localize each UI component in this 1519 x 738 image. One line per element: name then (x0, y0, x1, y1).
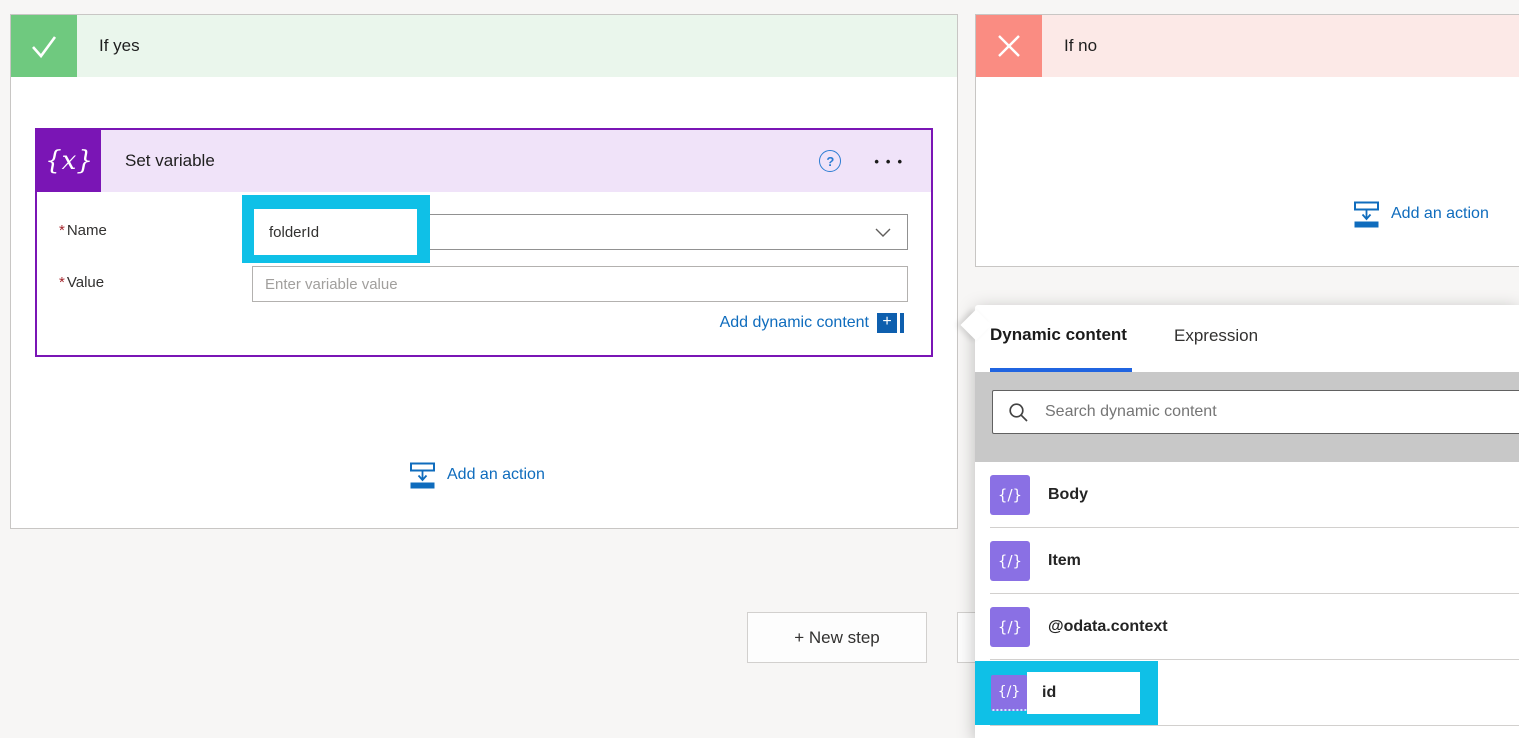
add-dynamic-content-label: Add dynamic content (720, 314, 869, 332)
search-placeholder: Search dynamic content (1045, 403, 1217, 421)
x-icon (976, 15, 1042, 77)
check-icon (11, 15, 77, 77)
add-action-icon (409, 461, 436, 489)
required-marker: * (59, 222, 65, 239)
cursor-bar (900, 313, 904, 333)
search-input[interactable]: Search dynamic content (992, 390, 1519, 434)
list-item-label: @odata.context (1048, 618, 1168, 636)
panel-tabs: Dynamic content Expression (975, 305, 1519, 372)
list-item-id[interactable]: {/} id (975, 660, 1519, 726)
add-action-link-yes[interactable]: Add an action (409, 461, 545, 489)
dynamic-content-list: {/} Body {/} Item {/} @odata.context {/}… (975, 462, 1519, 726)
list-item-label: id (1027, 672, 1140, 714)
set-variable-body: *Name *Value Add dynamic content + folde… (37, 192, 931, 357)
set-variable-header[interactable]: {x} Set variable ? ••• (37, 130, 931, 192)
add-action-link-no[interactable]: Add an action (1353, 200, 1489, 228)
more-menu-icon[interactable]: ••• (867, 148, 909, 175)
name-label: *Name (59, 222, 107, 239)
list-item-body[interactable]: {/} Body (975, 462, 1519, 528)
plus-icon: + (877, 313, 897, 333)
variable-icon: {x} (37, 130, 101, 192)
divider (990, 725, 1519, 726)
name-value: folderId (254, 209, 417, 255)
add-action-icon (1353, 200, 1380, 228)
new-step-button[interactable]: + New step (747, 612, 927, 663)
list-item-label: Body (1048, 486, 1088, 504)
search-band: Search dynamic content (975, 372, 1519, 462)
tab-dynamic-content[interactable]: Dynamic content (990, 325, 1132, 372)
add-dynamic-content-link[interactable]: Add dynamic content + (720, 313, 904, 333)
chevron-down-icon (875, 228, 891, 237)
required-marker: * (59, 274, 65, 291)
list-item-item[interactable]: {/} Item (975, 528, 1519, 594)
search-icon (1008, 402, 1029, 423)
add-action-label: Add an action (1391, 205, 1489, 223)
if-no-branch: If no Add an action (975, 14, 1519, 267)
dynamic-token-icon: {/} (990, 475, 1030, 515)
list-item-label: Item (1048, 552, 1081, 570)
help-icon[interactable]: ? (819, 150, 841, 172)
if-no-header[interactable]: If no (976, 15, 1519, 77)
dynamic-token-icon: {/} (991, 675, 1027, 711)
annotation-highlight-name: folderId (242, 195, 430, 263)
value-input[interactable] (252, 266, 908, 302)
if-yes-branch: If yes {x} Set variable ? ••• *Name *Val… (10, 14, 958, 529)
value-label: *Value (59, 274, 104, 291)
tab-expression[interactable]: Expression (1174, 325, 1258, 372)
set-variable-card: {x} Set variable ? ••• *Name *Value Add … (35, 128, 933, 357)
set-variable-title: Set variable (101, 151, 819, 171)
dynamic-content-panel: Dynamic content Expression Search dynami… (975, 305, 1519, 738)
if-yes-header[interactable]: If yes (11, 15, 957, 77)
add-action-label: Add an action (447, 466, 545, 484)
dynamic-token-icon: {/} (990, 607, 1030, 647)
if-no-title: If no (1042, 36, 1097, 56)
list-item-odata-context[interactable]: {/} @odata.context (975, 594, 1519, 660)
annotation-highlight-id: {/} id (975, 661, 1158, 725)
if-yes-title: If yes (77, 36, 140, 56)
dynamic-token-icon: {/} (990, 541, 1030, 581)
